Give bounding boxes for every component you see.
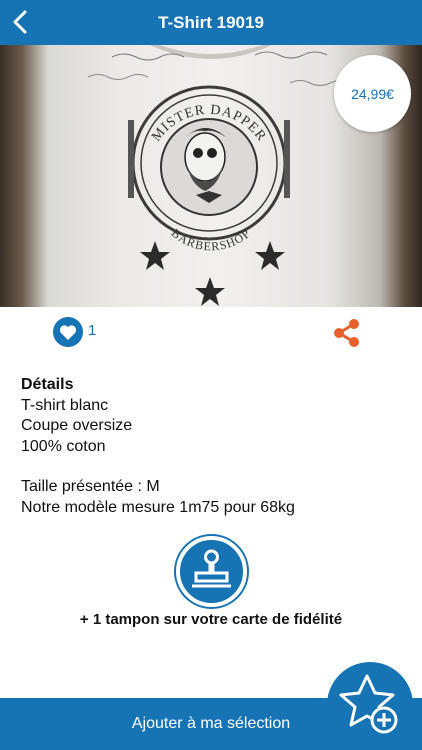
details-heading: Détails <box>21 376 74 393</box>
stamp-glyph <box>192 549 231 588</box>
like-button[interactable] <box>52 316 84 348</box>
favorite-button[interactable] <box>327 662 413 748</box>
logo-bottom-text: BARBERSHOP <box>169 226 253 254</box>
share-button[interactable] <box>330 316 364 350</box>
product-details: Détails T-shirt blanc Coupe oversize 100… <box>21 375 401 518</box>
star-plus-icon <box>339 674 398 734</box>
model-line: Notre modèle mesure 1m75 pour 68kg <box>21 498 295 516</box>
size-line: Taille présentée : M <box>21 478 160 495</box>
heart-icon <box>53 317 83 347</box>
price-badge: 24,99€ <box>334 55 411 132</box>
svg-text:BARBERSHOP: BARBERSHOP <box>169 226 254 254</box>
page-title: T-Shirt 19019 <box>158 12 264 32</box>
like-count: 1 <box>88 322 97 339</box>
add-to-selection-label: Ajouter à ma sélection <box>131 715 291 732</box>
details-line: 100% coton <box>21 437 106 455</box>
back-button[interactable] <box>6 7 36 37</box>
share-icon <box>334 319 359 347</box>
stamp-icon <box>176 536 247 607</box>
header-bar: T-Shirt 19019 <box>0 0 422 45</box>
chevron-left-icon <box>13 10 27 34</box>
loyalty-text: + 1 tampon sur votre carte de fidélité <box>79 611 343 628</box>
details-line: Coupe oversize <box>21 417 133 434</box>
details-line: T-shirt blanc <box>21 396 109 414</box>
